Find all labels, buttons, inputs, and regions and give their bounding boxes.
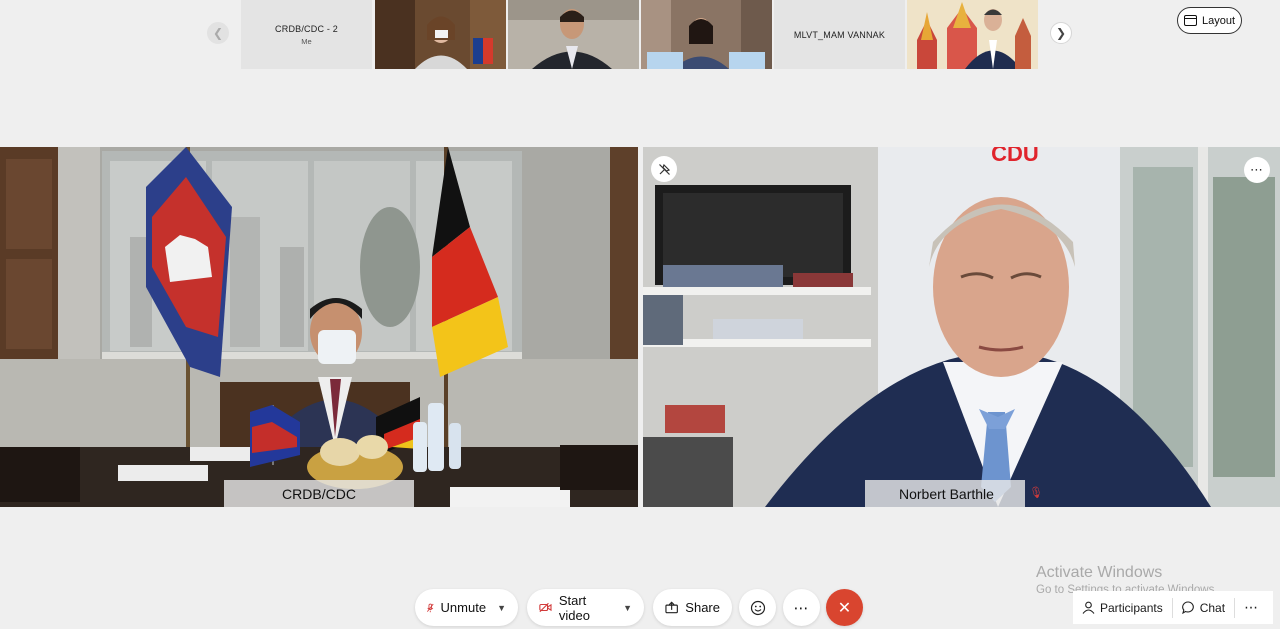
start-video-button[interactable]: Start video ▼ (527, 589, 644, 626)
svg-text:CDU: CDU (991, 147, 1039, 166)
chevron-down-icon[interactable]: ▼ (497, 603, 506, 613)
chevron-down-icon[interactable]: ▼ (623, 603, 632, 613)
participant-video (641, 0, 772, 69)
activate-title: Activate Windows (1036, 564, 1163, 581)
share-icon (665, 601, 678, 614)
thumb-name: CRDB/CDC - 2 (275, 23, 338, 34)
more-options-button[interactable]: ⋯ (783, 589, 820, 626)
microphone-muted-icon (427, 603, 434, 612)
share-button[interactable]: Share (653, 589, 732, 626)
pin-off-icon (658, 163, 670, 175)
tile-more-options-button[interactable]: ⋯ (1244, 157, 1270, 183)
filmstrip-prev-button[interactable]: ❮ (207, 22, 229, 44)
video-tile-crdb[interactable]: CRDB/CDC (0, 147, 638, 507)
thumb-name: MLVT_MAM VANNAK (793, 29, 886, 40)
participant-thumb-video[interactable] (375, 0, 506, 69)
participant-thumb-video[interactable] (508, 0, 639, 69)
chevron-left-icon: ❮ (212, 26, 224, 40)
chat-bubble-icon (1181, 601, 1194, 614)
pin-video-button[interactable] (651, 156, 677, 182)
microphone-muted-icon: 🎙 (1029, 487, 1043, 499)
chevron-right-icon: ❯ (1055, 26, 1067, 40)
more-dots-icon: ⋯ (1244, 599, 1260, 615)
participant-video (375, 0, 506, 69)
participant-name: CRDB/CDC (282, 485, 356, 502)
thumb-subtitle: Me (301, 36, 312, 46)
participant-video (907, 0, 1038, 69)
reactions-button[interactable] (739, 589, 776, 626)
participant-thumb-video[interactable] (641, 0, 772, 69)
panel-more-button[interactable]: ⋯ (1235, 599, 1268, 616)
more-dots-icon: ⋯ (793, 599, 810, 617)
start-video-label: Start video (558, 592, 590, 623)
video-off-icon (539, 602, 552, 613)
participants-button[interactable]: Participants (1073, 601, 1172, 615)
participants-label: Participants (1100, 600, 1163, 615)
filmstrip-next-button[interactable]: ❯ (1050, 22, 1072, 44)
panel-controls: Participants Chat ⋯ (1073, 591, 1273, 624)
chat-button[interactable]: Chat (1173, 601, 1234, 615)
participant-video (508, 0, 639, 69)
participant-name-tag: CRDB/CDC (224, 480, 414, 507)
chat-label: Chat (1199, 600, 1226, 615)
participant-name: Norbert Barthle (899, 485, 994, 502)
layout-button[interactable]: Layout (1177, 7, 1242, 34)
smiley-icon (750, 600, 765, 615)
leave-meeting-button[interactable]: ✕ (826, 589, 863, 626)
participant-video: CDU (643, 147, 1280, 507)
participant-thumb-video[interactable] (907, 0, 1038, 69)
more-dots-icon: ⋯ (1250, 162, 1264, 177)
share-label: Share (685, 600, 720, 615)
participant-thumb-self[interactable]: CRDB/CDC - 2 Me (241, 0, 372, 69)
participant-thumb-name[interactable]: MLVT_MAM VANNAK (774, 0, 905, 69)
unmute-button[interactable]: Unmute ▼ (415, 589, 518, 626)
unmute-label: Unmute (440, 600, 487, 615)
participant-name-tag: Norbert Barthle 🎙 (865, 480, 1043, 507)
video-tile-norbert-barthle[interactable]: CDU ⋯ Norbert Barthle 🎙 (643, 147, 1280, 507)
participant-video (0, 147, 638, 507)
layout-button-label: Layout (1201, 14, 1236, 27)
layout-icon (1183, 15, 1197, 26)
close-icon: ✕ (837, 599, 852, 617)
person-icon (1082, 601, 1095, 614)
